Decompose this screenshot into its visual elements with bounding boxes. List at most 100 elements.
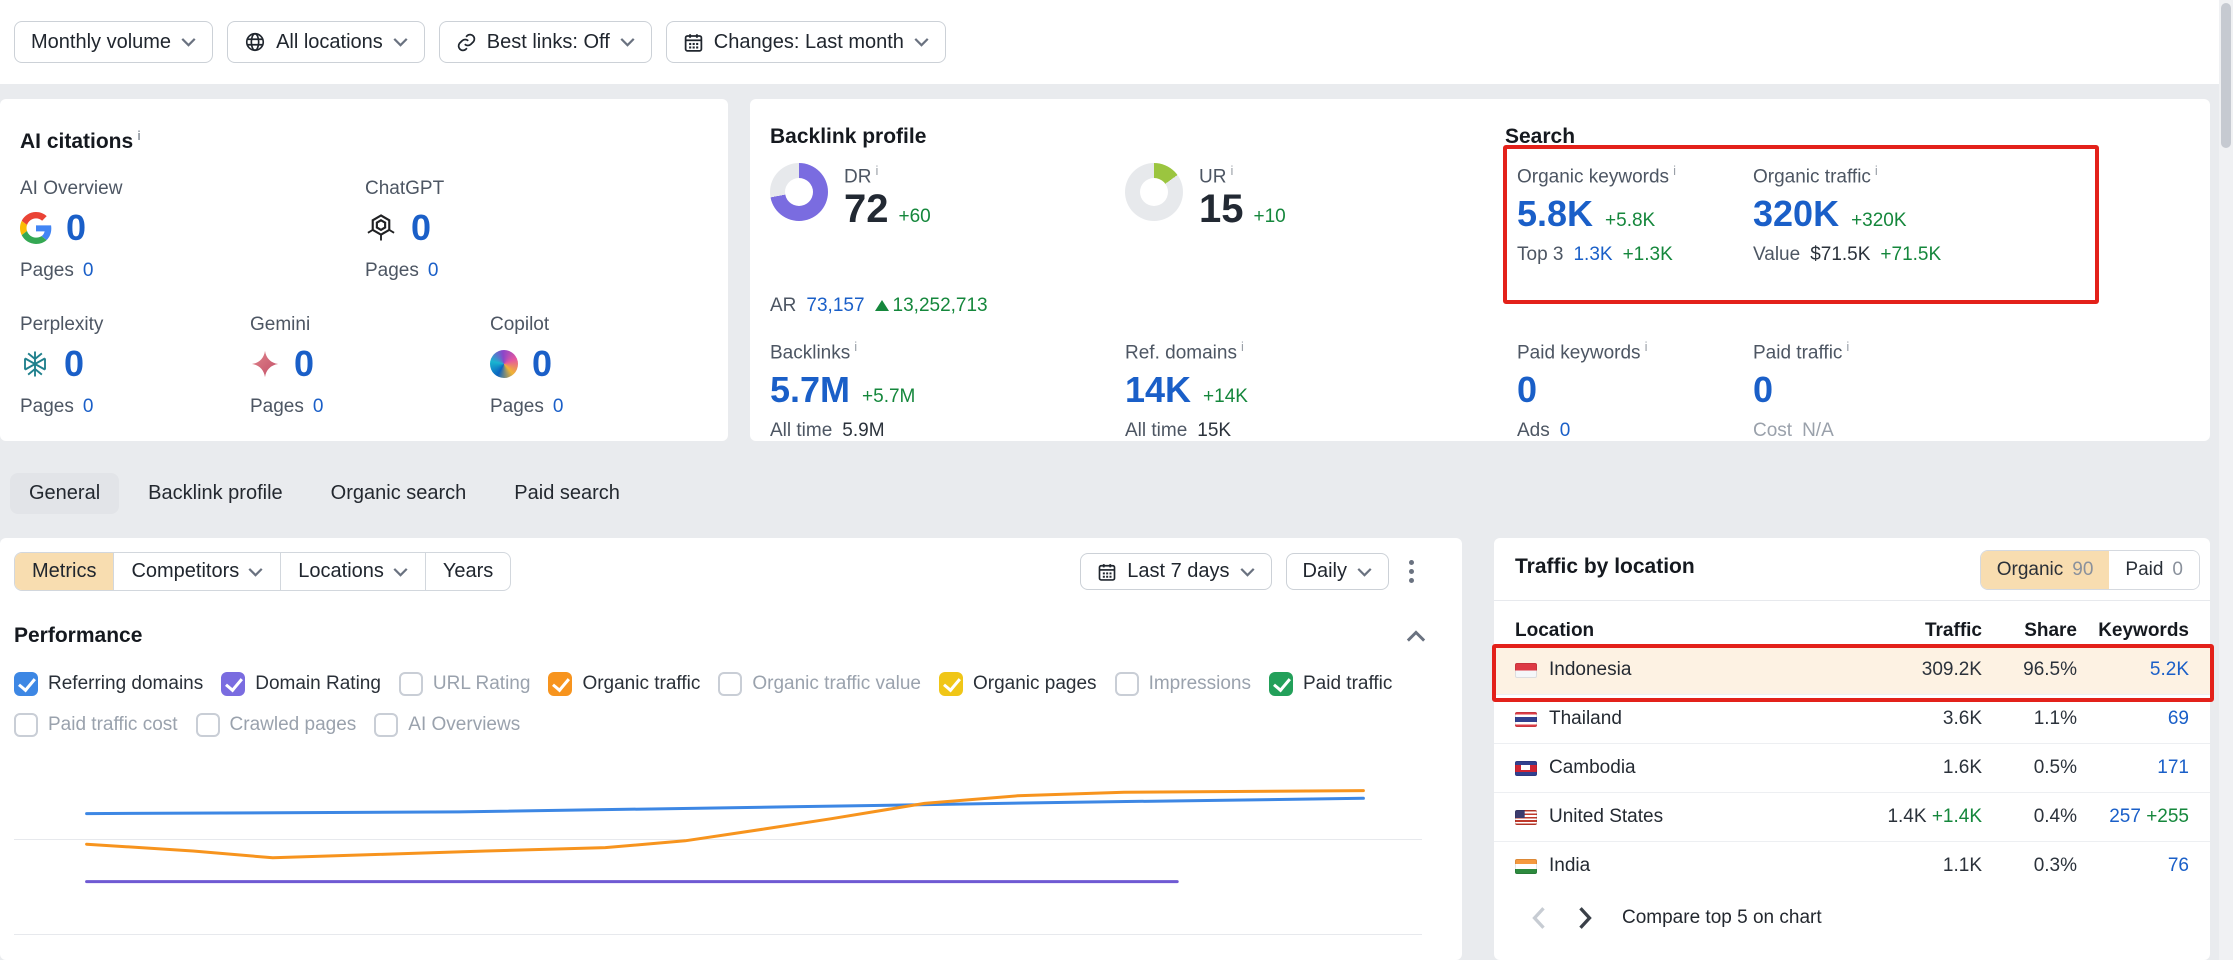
granularity-button[interactable]: Daily	[1286, 553, 1389, 590]
checkbox-url-rating[interactable]: URL Rating	[399, 672, 531, 696]
ref-domains-value[interactable]: 14K	[1125, 372, 1191, 408]
ref-domains-alltime-value: 15K	[1197, 420, 1231, 442]
monthly-volume-filter[interactable]: Monthly volume	[14, 21, 213, 63]
next-page-arrow-icon[interactable]	[1576, 906, 1594, 930]
checkbox-organic-traffic[interactable]: Organic traffic	[548, 672, 700, 696]
table-row-cambodia[interactable]: Cambodia 1.6K 0.5% 171	[1494, 743, 2210, 792]
paid-keywords-value[interactable]: 0	[1517, 372, 1537, 408]
checkbox-referring-domains[interactable]: Referring domains	[14, 672, 203, 696]
pages-count-link[interactable]: 0	[83, 396, 94, 418]
info-icon[interactable]: i	[1875, 163, 1878, 178]
years-segment[interactable]: Years	[425, 553, 510, 590]
checkbox-paid-traffic[interactable]: Paid traffic	[1269, 672, 1392, 696]
alltime-label: All time	[770, 420, 832, 442]
checkbox-impressions[interactable]: Impressions	[1115, 672, 1251, 696]
tab-paid-search[interactable]: Paid search	[495, 473, 639, 514]
copilot-metric: Copilot 0 Pages0	[490, 314, 563, 418]
paid-keywords-metric: Paid keywordsi 0 Ads0	[1517, 339, 1647, 442]
search-title: Search	[1505, 125, 1575, 149]
checkbox-paid-traffic-cost[interactable]: Paid traffic cost	[14, 713, 178, 737]
more-options-kebab-icon[interactable]	[1403, 552, 1420, 591]
keywords-link[interactable]: 69	[2168, 708, 2189, 729]
metrics-segment[interactable]: Metrics	[15, 553, 113, 590]
perplexity-icon	[20, 349, 50, 379]
keywords-link[interactable]: 76	[2168, 855, 2189, 876]
backlinks-value[interactable]: 5.7M	[770, 372, 850, 408]
locations-segment[interactable]: Locations	[280, 553, 425, 590]
info-icon[interactable]: i	[854, 339, 857, 354]
link-icon	[456, 32, 477, 53]
best-links-filter[interactable]: Best links: Off	[439, 21, 652, 63]
checkbox-crawled-pages[interactable]: Crawled pages	[196, 713, 357, 737]
table-row-united-states[interactable]: United States 1.4K +1.4K 0.4% 257 +255	[1494, 792, 2210, 841]
gemini-icon	[250, 349, 280, 379]
info-icon[interactable]: i	[1673, 163, 1676, 178]
organic-keywords-value[interactable]: 5.8K	[1517, 196, 1593, 232]
top-filter-bar: Monthly volume All locations Best links:…	[0, 0, 2233, 84]
pages-count-link[interactable]: 0	[83, 260, 94, 282]
ur-metric: URi 15+10	[1125, 163, 1286, 230]
info-icon[interactable]: i	[1230, 163, 1233, 178]
ref-domains-metric: Ref. domainsi 14K+14K All time15K	[1125, 339, 1248, 442]
checkbox-domain-rating[interactable]: Domain Rating	[221, 672, 381, 696]
location-table-header: Location Traffic Share Keywords	[1494, 616, 2210, 646]
page-scrollbar[interactable]	[2219, 0, 2233, 960]
collapse-chevron-icon[interactable]	[1406, 630, 1426, 643]
ads-count-link[interactable]: 0	[1560, 420, 1571, 442]
traffic-by-location-title: Traffic by location	[1515, 555, 1695, 579]
alltime-label: All time	[1125, 420, 1187, 442]
locations-filter[interactable]: All locations	[227, 21, 425, 63]
tab-backlink-profile[interactable]: Backlink profile	[129, 473, 302, 514]
keywords-link[interactable]: 171	[2157, 757, 2189, 778]
checkbox-organic-traffic-value[interactable]: Organic traffic value	[718, 672, 921, 696]
pages-count-link[interactable]: 0	[553, 396, 564, 418]
changes-filter[interactable]: Changes: Last month	[666, 21, 946, 63]
chatgpt-count: 0	[411, 210, 431, 246]
keywords-link[interactable]: 257	[2109, 806, 2141, 827]
ur-label: URi	[1199, 163, 1286, 188]
performance-chart[interactable]	[60, 766, 1390, 936]
chevron-down-icon	[1357, 567, 1372, 577]
pages-count-link[interactable]: 0	[428, 260, 439, 282]
copilot-label: Copilot	[490, 314, 563, 336]
perplexity-label: Perplexity	[20, 314, 250, 336]
perplexity-count: 0	[64, 346, 84, 382]
ai-overview-count: 0	[66, 210, 86, 246]
info-icon[interactable]: i	[137, 128, 141, 143]
pages-count-link[interactable]: 0	[313, 396, 324, 418]
paid-toggle-option[interactable]: Paid0	[2109, 551, 2199, 589]
globe-icon	[244, 31, 266, 53]
info-icon[interactable]: i	[1241, 339, 1244, 354]
cambodia-flag	[1515, 761, 1537, 776]
paid-traffic-value[interactable]: 0	[1753, 372, 1773, 408]
keywords-link[interactable]: 5.2K	[2150, 659, 2189, 680]
organic-traffic-value[interactable]: 320K	[1753, 196, 1839, 232]
table-row-indonesia[interactable]: Indonesia 309.2K 96.5% 5.2K	[1494, 646, 2210, 694]
chevron-down-icon	[914, 37, 929, 47]
table-row-india[interactable]: India 1.1K 0.3% 76	[1494, 841, 2210, 890]
date-range-button[interactable]: Last 7 days	[1080, 553, 1271, 590]
organic-toggle-option[interactable]: Organic90	[1981, 551, 2110, 589]
top3-value-link[interactable]: 1.3K	[1573, 244, 1612, 266]
checkbox-organic-pages[interactable]: Organic pages	[939, 672, 1097, 696]
gemini-label: Gemini	[250, 314, 490, 336]
info-icon[interactable]: i	[1846, 339, 1849, 354]
value-label: Value	[1753, 244, 1800, 266]
ar-delta: 13,252,713	[875, 295, 988, 317]
info-icon[interactable]: i	[875, 163, 878, 178]
granularity-label: Daily	[1303, 560, 1347, 583]
pages-label: Pages	[250, 396, 304, 418]
tab-organic-search[interactable]: Organic search	[312, 473, 486, 514]
table-row-thailand[interactable]: Thailand 3.6K 1.1% 69	[1494, 694, 2210, 743]
competitors-segment[interactable]: Competitors	[113, 553, 280, 590]
scrollbar-thumb[interactable]	[2221, 3, 2231, 148]
share-cell: 96.5%	[1982, 659, 2077, 681]
ar-label: AR	[770, 295, 796, 317]
info-icon[interactable]: i	[1645, 339, 1648, 354]
calendar-icon	[683, 32, 704, 53]
date-range-label: Last 7 days	[1127, 560, 1229, 583]
tab-general[interactable]: General	[10, 473, 119, 514]
ar-value-link[interactable]: 73,157	[806, 295, 864, 317]
checkbox-ai-overviews[interactable]: AI Overviews	[374, 713, 520, 737]
prev-page-arrow-icon[interactable]	[1530, 906, 1548, 930]
